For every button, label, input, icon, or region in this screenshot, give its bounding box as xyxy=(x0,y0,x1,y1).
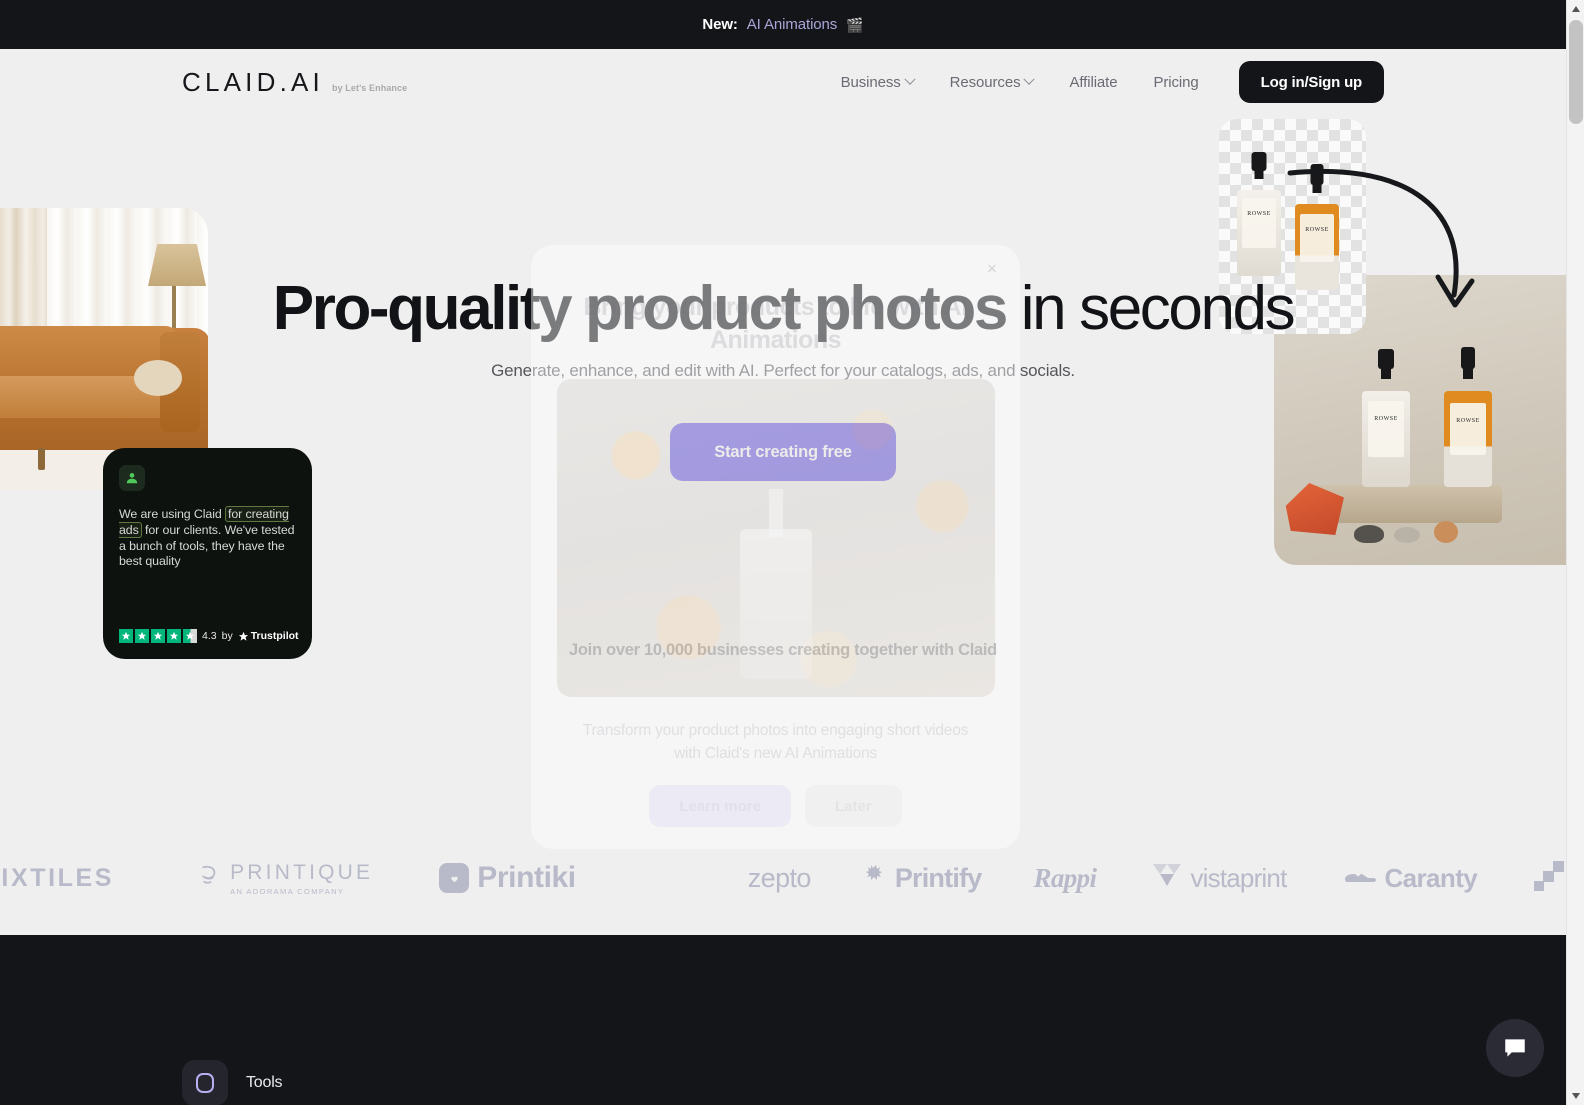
nav-label-affiliate: Affiliate xyxy=(1069,73,1118,91)
printify-name: Printify xyxy=(894,862,982,893)
modal-preview-image xyxy=(556,379,995,697)
brand-logo-mixtiles: MIXTILES xyxy=(0,863,115,892)
scroll-down-button[interactable] xyxy=(1567,1087,1584,1105)
nav-label-business: Business xyxy=(840,73,901,91)
preview-bottle xyxy=(739,529,812,679)
caranty-name: Caranty xyxy=(1384,862,1478,893)
modal-description: Transform your product photos into engag… xyxy=(582,722,969,762)
squares-mark-icon xyxy=(1533,859,1566,898)
login-signup-button[interactable]: Log in/Sign up xyxy=(1238,61,1384,103)
footer-dark-band: Tools xyxy=(0,935,1566,1105)
page-scrollbar[interactable] xyxy=(1566,0,1584,1105)
nav-label-resources: Resources xyxy=(949,73,1021,91)
clapperboard-icon: 🎬 xyxy=(846,16,864,33)
nav-item-business[interactable]: Business xyxy=(823,66,932,99)
chevron-down-icon xyxy=(1023,73,1036,85)
brand-logo-zepto: zepto xyxy=(747,862,812,893)
printique-mark-icon xyxy=(196,862,222,894)
announcement-link[interactable]: AI Animations xyxy=(747,16,838,33)
brand-logo-printiki: Printiki xyxy=(439,861,576,895)
logo-subtitle: by Let's Enhance xyxy=(331,82,408,93)
tools-label: Tools xyxy=(246,1074,283,1091)
vistaprint-name: vistaprint xyxy=(1190,862,1287,893)
printique-name: PRINTIQUE xyxy=(230,860,374,884)
chat-bubble-icon xyxy=(1505,1039,1525,1057)
brand-logo-caranty: Caranty xyxy=(1343,863,1478,894)
brand-logo-printique: PRINTIQUE AN ADORAMA COMPANY xyxy=(196,861,373,896)
nav-label-pricing: Pricing xyxy=(1153,73,1199,91)
camera-heart-icon xyxy=(439,863,470,893)
car-check-icon xyxy=(1343,863,1377,894)
logo-text: CLAID.AI xyxy=(182,66,324,97)
brand-logos-strip: MIXTILES PRINTIQUE AN ADORAMA COMPANY Pr… xyxy=(0,851,1566,905)
logo[interactable]: CLAID.AI by Let's Enhance xyxy=(182,67,407,98)
main-navigation: Business Resources Affiliate Pricing Log… xyxy=(823,61,1384,103)
site-header: CLAID.AI by Let's Enhance Business Resou… xyxy=(0,49,1566,115)
close-icon[interactable]: × xyxy=(981,258,1003,280)
learn-more-button[interactable]: Learn more xyxy=(649,785,791,827)
page-root: New: AI Animations 🎬 CLAID.AI by Let's E… xyxy=(0,0,1584,1105)
brand-logo-partial xyxy=(1533,859,1566,898)
printify-mark-icon xyxy=(863,862,887,895)
later-button[interactable]: Later xyxy=(805,785,902,827)
announcement-bar: New: AI Animations 🎬 xyxy=(0,0,1566,49)
nav-item-affiliate[interactable]: Affiliate xyxy=(1051,66,1135,99)
printique-text-block: PRINTIQUE AN ADORAMA COMPANY xyxy=(230,861,373,896)
printique-tagline: AN ADORAMA COMPANY xyxy=(230,886,345,896)
announcement-prefix: New: xyxy=(702,16,738,33)
vistaprint-triangle-icon xyxy=(1152,862,1182,895)
printiki-name: Printiki xyxy=(477,861,576,894)
chevron-down-icon xyxy=(904,73,916,85)
hero-title-light: in seconds xyxy=(1005,274,1296,343)
scrollbar-thumb[interactable] xyxy=(1569,20,1583,124)
nav-item-pricing[interactable]: Pricing xyxy=(1136,66,1217,99)
nav-item-resources[interactable]: Resources xyxy=(932,66,1052,99)
scroll-up-button[interactable] xyxy=(1567,0,1584,18)
modal-title: Bring your products to life with AI Anim… xyxy=(583,293,968,354)
ai-animations-modal: × Bring your products to life with AI An… xyxy=(531,245,1020,849)
chat-widget-button[interactable] xyxy=(1486,1019,1544,1077)
tools-icon xyxy=(182,1060,228,1105)
brand-logo-printify: Printify xyxy=(863,862,982,895)
brand-logo-rappi: Rappi xyxy=(1033,862,1097,893)
tools-nav-item[interactable]: Tools xyxy=(182,1060,283,1105)
brand-logo-vistaprint: vistaprint xyxy=(1152,862,1287,895)
modal-actions: Learn more Later xyxy=(531,785,1020,827)
